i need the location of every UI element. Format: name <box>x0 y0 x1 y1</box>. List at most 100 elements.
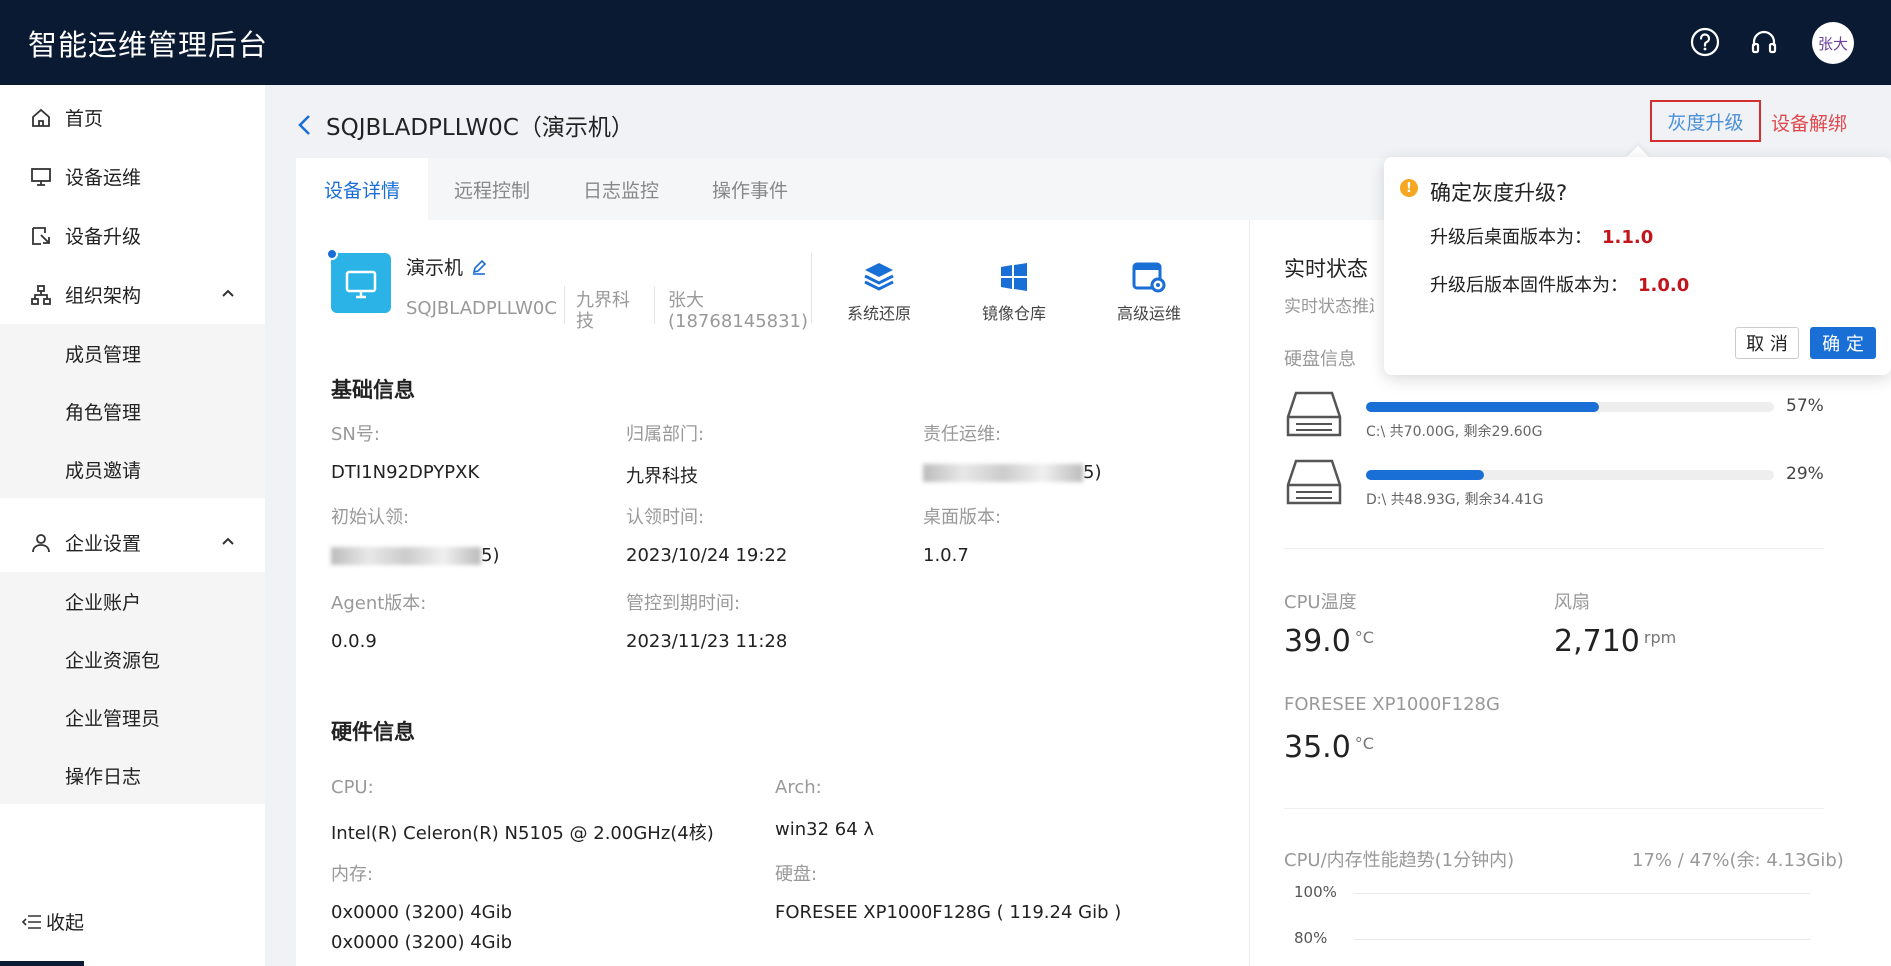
tab-remote-control[interactable]: 远程控制 <box>426 158 558 220</box>
sidebar-item-org[interactable]: 组织架构 <box>0 265 265 323</box>
disk-c-progress-fill <box>1366 402 1599 412</box>
desktop-version-label: 桌面版本: <box>923 507 1002 528</box>
app-title: 智能运维管理后台 <box>28 28 269 62</box>
desktop-version-value: 1.0.7 <box>923 545 969 566</box>
image-repo-label: 镜像仓库 <box>981 304 1046 323</box>
sidebar-item-account[interactable]: 企业账户 <box>0 572 265 630</box>
claim-time-label: 认领时间: <box>626 507 705 528</box>
device-dept-line: 技 <box>576 311 594 332</box>
popover-title: 确定灰度升级? <box>1430 181 1568 205</box>
first-claim-value: 5) <box>331 545 499 566</box>
gray-upgrade-button[interactable]: 灰度升级 <box>1650 100 1761 142</box>
arch-label: Arch: <box>775 777 822 798</box>
collapse-icon <box>22 914 41 929</box>
device-name-text: 演示机 <box>406 257 464 279</box>
hard-drive-icon <box>1286 391 1342 437</box>
sidebar-item-device-upgrade[interactable]: 设备升级 <box>0 206 265 264</box>
online-status-dot <box>326 248 338 260</box>
confirm-upgrade-popover: ! 确定灰度升级? 升级后桌面版本为： 1.1.0 升级后版本固件版本为： 1.0.… <box>1384 157 1891 375</box>
system-restore-label: 系统还原 <box>846 304 911 323</box>
claim-time-value: 2023/10/24 19:22 <box>626 545 788 566</box>
disk-label: 硬盘: <box>775 864 818 885</box>
windows-icon <box>1001 263 1027 291</box>
tab-log-monitor[interactable]: 日志监控 <box>555 158 687 220</box>
edit-icon[interactable] <box>471 259 487 275</box>
trend-title: CPU/内存性能趋势(1分钟内) <box>1284 850 1515 871</box>
disk-d-progress <box>1366 470 1774 480</box>
ops-label: 责任运维: <box>923 424 1002 445</box>
system-restore-button[interactable]: 系统还原 <box>824 260 934 324</box>
hardware-info-title: 硬件信息 <box>331 720 415 744</box>
ops-value-suffix: 5) <box>1083 462 1102 483</box>
enterprise-submenu: 企业账户 企业资源包 企业管理员 操作日志 <box>0 572 265 804</box>
sidebar-item-label: 企业资源包 <box>65 649 161 672</box>
sidebar-item-admins[interactable]: 企业管理员 <box>0 688 265 746</box>
cancel-button[interactable]: 取 消 <box>1735 327 1799 359</box>
dept-label: 归属部门: <box>626 424 705 445</box>
monitor-icon <box>31 168 51 186</box>
scroll-indicator <box>0 961 84 966</box>
memory-value-1: 0x0000 (3200) 4Gib <box>331 902 513 923</box>
device-owner: 张大 (18768145831) <box>668 290 808 332</box>
ssd-temp-number: 35.0 <box>1284 730 1351 765</box>
upgrade-icon <box>32 227 50 245</box>
image-repo-button[interactable]: 镜像仓库 <box>959 260 1069 324</box>
sidebar-item-home[interactable]: 首页 <box>0 88 265 146</box>
divider <box>654 286 655 324</box>
sidebar-item-label: 组织架构 <box>65 284 142 307</box>
sidebar-item-device-ops[interactable]: 设备运维 <box>0 147 265 205</box>
disk-value: FORESEE XP1000F128G ( 119.24 Gib ) <box>775 902 1122 923</box>
collapse-button[interactable]: 收起 <box>22 908 84 935</box>
axis-tick-100: 100% <box>1294 883 1337 901</box>
first-claim-suffix: 5) <box>481 545 500 566</box>
cpu-label: CPU: <box>331 777 374 798</box>
chevron-up-icon <box>222 289 234 297</box>
popover-desktop-value: 1.1.0 <box>1602 227 1654 248</box>
trend-summary: 17% / 47%(余: 4.13Gib) <box>1632 850 1844 871</box>
redacted-block <box>923 464 1083 482</box>
confirm-button[interactable]: 确 定 <box>1810 327 1876 359</box>
divider <box>1284 548 1824 549</box>
sn-value: DTI1N92DPYPXK <box>331 462 480 483</box>
tab-device-detail[interactable]: 设备详情 <box>296 158 429 220</box>
device-name: 演示机 <box>406 253 487 280</box>
sn-label: SN号: <box>331 424 380 445</box>
collapse-label: 收起 <box>46 912 85 934</box>
cpu-temp-number: 39.0 <box>1284 624 1351 659</box>
sidebar-item-members[interactable]: 成员管理 <box>0 324 265 382</box>
sidebar-item-invite[interactable]: 成员邀请 <box>0 440 265 498</box>
sidebar-item-enterprise[interactable]: 企业设置 <box>0 513 265 571</box>
ssd-label: FORESEE XP1000F128G <box>1284 694 1500 715</box>
divider <box>564 286 565 324</box>
sidebar-item-label: 首页 <box>65 107 104 130</box>
memory-value-2: 0x0000 (3200) 4Gib <box>331 932 513 953</box>
basic-info-title: 基础信息 <box>331 378 415 402</box>
memory-label: 内存: <box>331 864 374 885</box>
device-owner-phone: (18768145831) <box>668 311 809 332</box>
advanced-ops-button[interactable]: 高级运维 <box>1094 260 1204 324</box>
computer-icon <box>345 270 377 299</box>
back-arrow-icon[interactable] <box>296 113 314 137</box>
unbind-device-button[interactable]: 设备解绑 <box>1771 109 1847 136</box>
sidebar-item-label: 设备运维 <box>65 166 142 189</box>
sidebar-item-oplog[interactable]: 操作日志 <box>0 746 265 804</box>
org-tree-icon <box>31 285 51 305</box>
window-gear-icon <box>1132 262 1166 293</box>
arch-value: win32 64 λ <box>775 819 875 840</box>
redacted-block <box>331 547 481 565</box>
cpu-temp-label: CPU温度 <box>1284 592 1357 613</box>
sidebar-item-resource-pack[interactable]: 企业资源包 <box>0 630 265 688</box>
user-avatar[interactable]: 张大 <box>1812 22 1854 64</box>
device-dept: 九界科 技 <box>576 290 630 332</box>
sidebar-item-roles[interactable]: 角色管理 <box>0 382 265 440</box>
headset-icon[interactable] <box>1748 26 1780 58</box>
tab-operation-events[interactable]: 操作事件 <box>684 158 816 220</box>
ssd-temp-value: 35.0 °C <box>1284 730 1374 765</box>
cpu-temp-value: 39.0 °C <box>1284 624 1374 659</box>
disk-d-info: D:\ 共48.93G, 剩余34.41G <box>1366 492 1544 508</box>
help-icon[interactable] <box>1689 26 1721 58</box>
home-icon <box>32 108 50 127</box>
gridline <box>1354 893 1810 894</box>
layers-icon <box>864 263 894 291</box>
popover-desktop-label: 升级后桌面版本为： <box>1430 227 1592 248</box>
